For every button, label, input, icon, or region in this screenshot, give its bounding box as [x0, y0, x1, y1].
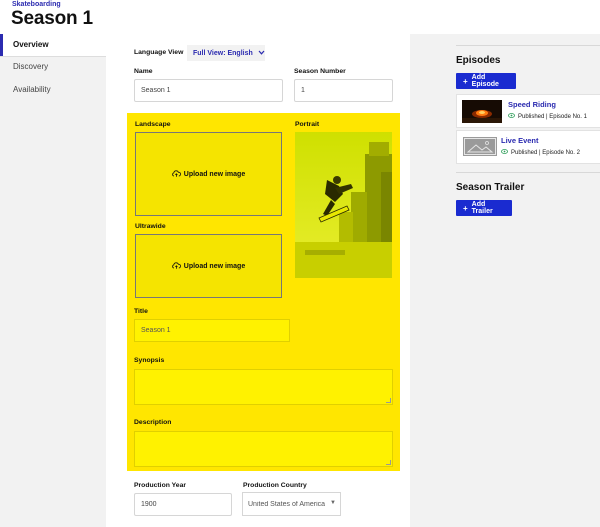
language-view-label: Language View	[134, 49, 184, 56]
episode-status: Published | Episode No. 2	[501, 149, 580, 156]
episode-title[interactable]: Speed Riding	[508, 100, 556, 109]
resize-handle[interactable]	[386, 398, 391, 403]
episodes-heading: Episodes	[456, 55, 501, 66]
name-label: Name	[134, 68, 153, 75]
language-view-dropdown[interactable]: Full View: English	[187, 45, 265, 61]
season-number-input[interactable]: 1	[294, 79, 393, 102]
episode-thumbnail	[463, 137, 497, 156]
episode-status: Published | Episode No. 1	[508, 113, 587, 120]
page-header: Skateboarding Season 1	[0, 0, 600, 34]
ultrawide-upload[interactable]: Upload new image	[135, 234, 282, 298]
upload-label: Upload new image	[183, 262, 246, 270]
caret-down-icon: ▼	[330, 500, 336, 506]
ultrawide-label: Ultrawide	[135, 223, 166, 230]
landscape-label: Landscape	[135, 121, 171, 128]
episode-status-text: Published | Episode No. 1	[518, 113, 587, 120]
description-label: Description	[134, 419, 172, 426]
add-trailer-button[interactable]: + Add Trailer	[456, 200, 512, 216]
portrait-label: Portrait	[295, 121, 320, 128]
plus-icon: +	[463, 203, 468, 213]
landscape-upload[interactable]: Upload new image	[135, 132, 282, 216]
sidebar: Overview Discovery Availability	[0, 34, 106, 527]
title-label: Title	[134, 308, 148, 315]
production-year-input[interactable]: 1900	[134, 493, 232, 516]
episode-thumbnail	[462, 100, 502, 123]
eye-icon	[501, 149, 508, 156]
panel-divider	[456, 172, 600, 173]
page-title: Season 1	[11, 8, 93, 29]
title-input[interactable]: Season 1	[134, 319, 290, 342]
plus-icon: +	[463, 76, 468, 86]
add-trailer-label: Add Trailer	[471, 201, 493, 215]
resize-handle[interactable]	[386, 460, 391, 465]
production-country-value: United States of America	[248, 500, 326, 508]
name-input[interactable]: Season 1	[134, 79, 283, 102]
portrait-image[interactable]	[295, 132, 392, 278]
language-view-value: Full View: English	[193, 49, 253, 57]
breadcrumb[interactable]: Skateboarding	[12, 1, 61, 8]
upload-label: Upload new image	[183, 170, 246, 178]
episode-card[interactable]: Live Event Published | Episode No. 2	[456, 130, 600, 164]
cloud-upload-icon	[172, 169, 181, 179]
synopsis-label: Synopsis	[134, 357, 165, 364]
synopsis-textarea[interactable]	[134, 369, 393, 405]
sidebar-item-availability[interactable]: Availability	[0, 79, 106, 101]
eye-icon	[508, 113, 515, 120]
sidebar-item-discovery[interactable]: Discovery	[0, 56, 106, 78]
production-country-select[interactable]: United States of America ▼	[242, 492, 341, 516]
season-trailer-heading: Season Trailer	[456, 182, 525, 193]
panel-divider	[456, 45, 600, 46]
add-episode-button[interactable]: + Add Episode	[456, 73, 516, 89]
cloud-upload-icon	[172, 261, 181, 271]
chevron-down-icon	[258, 50, 265, 57]
sidebar-item-overview[interactable]: Overview	[0, 34, 106, 56]
episode-card[interactable]: Speed Riding Published | Episode No. 1	[456, 94, 600, 128]
description-textarea[interactable]	[134, 431, 393, 467]
episode-title[interactable]: Live Event	[501, 136, 539, 145]
production-year-label: Production Year	[134, 482, 186, 489]
season-number-label: Season Number	[294, 68, 346, 75]
episode-status-text: Published | Episode No. 2	[511, 149, 580, 156]
production-country-label: Production Country	[243, 482, 307, 489]
add-episode-label: Add Episode	[471, 74, 499, 88]
